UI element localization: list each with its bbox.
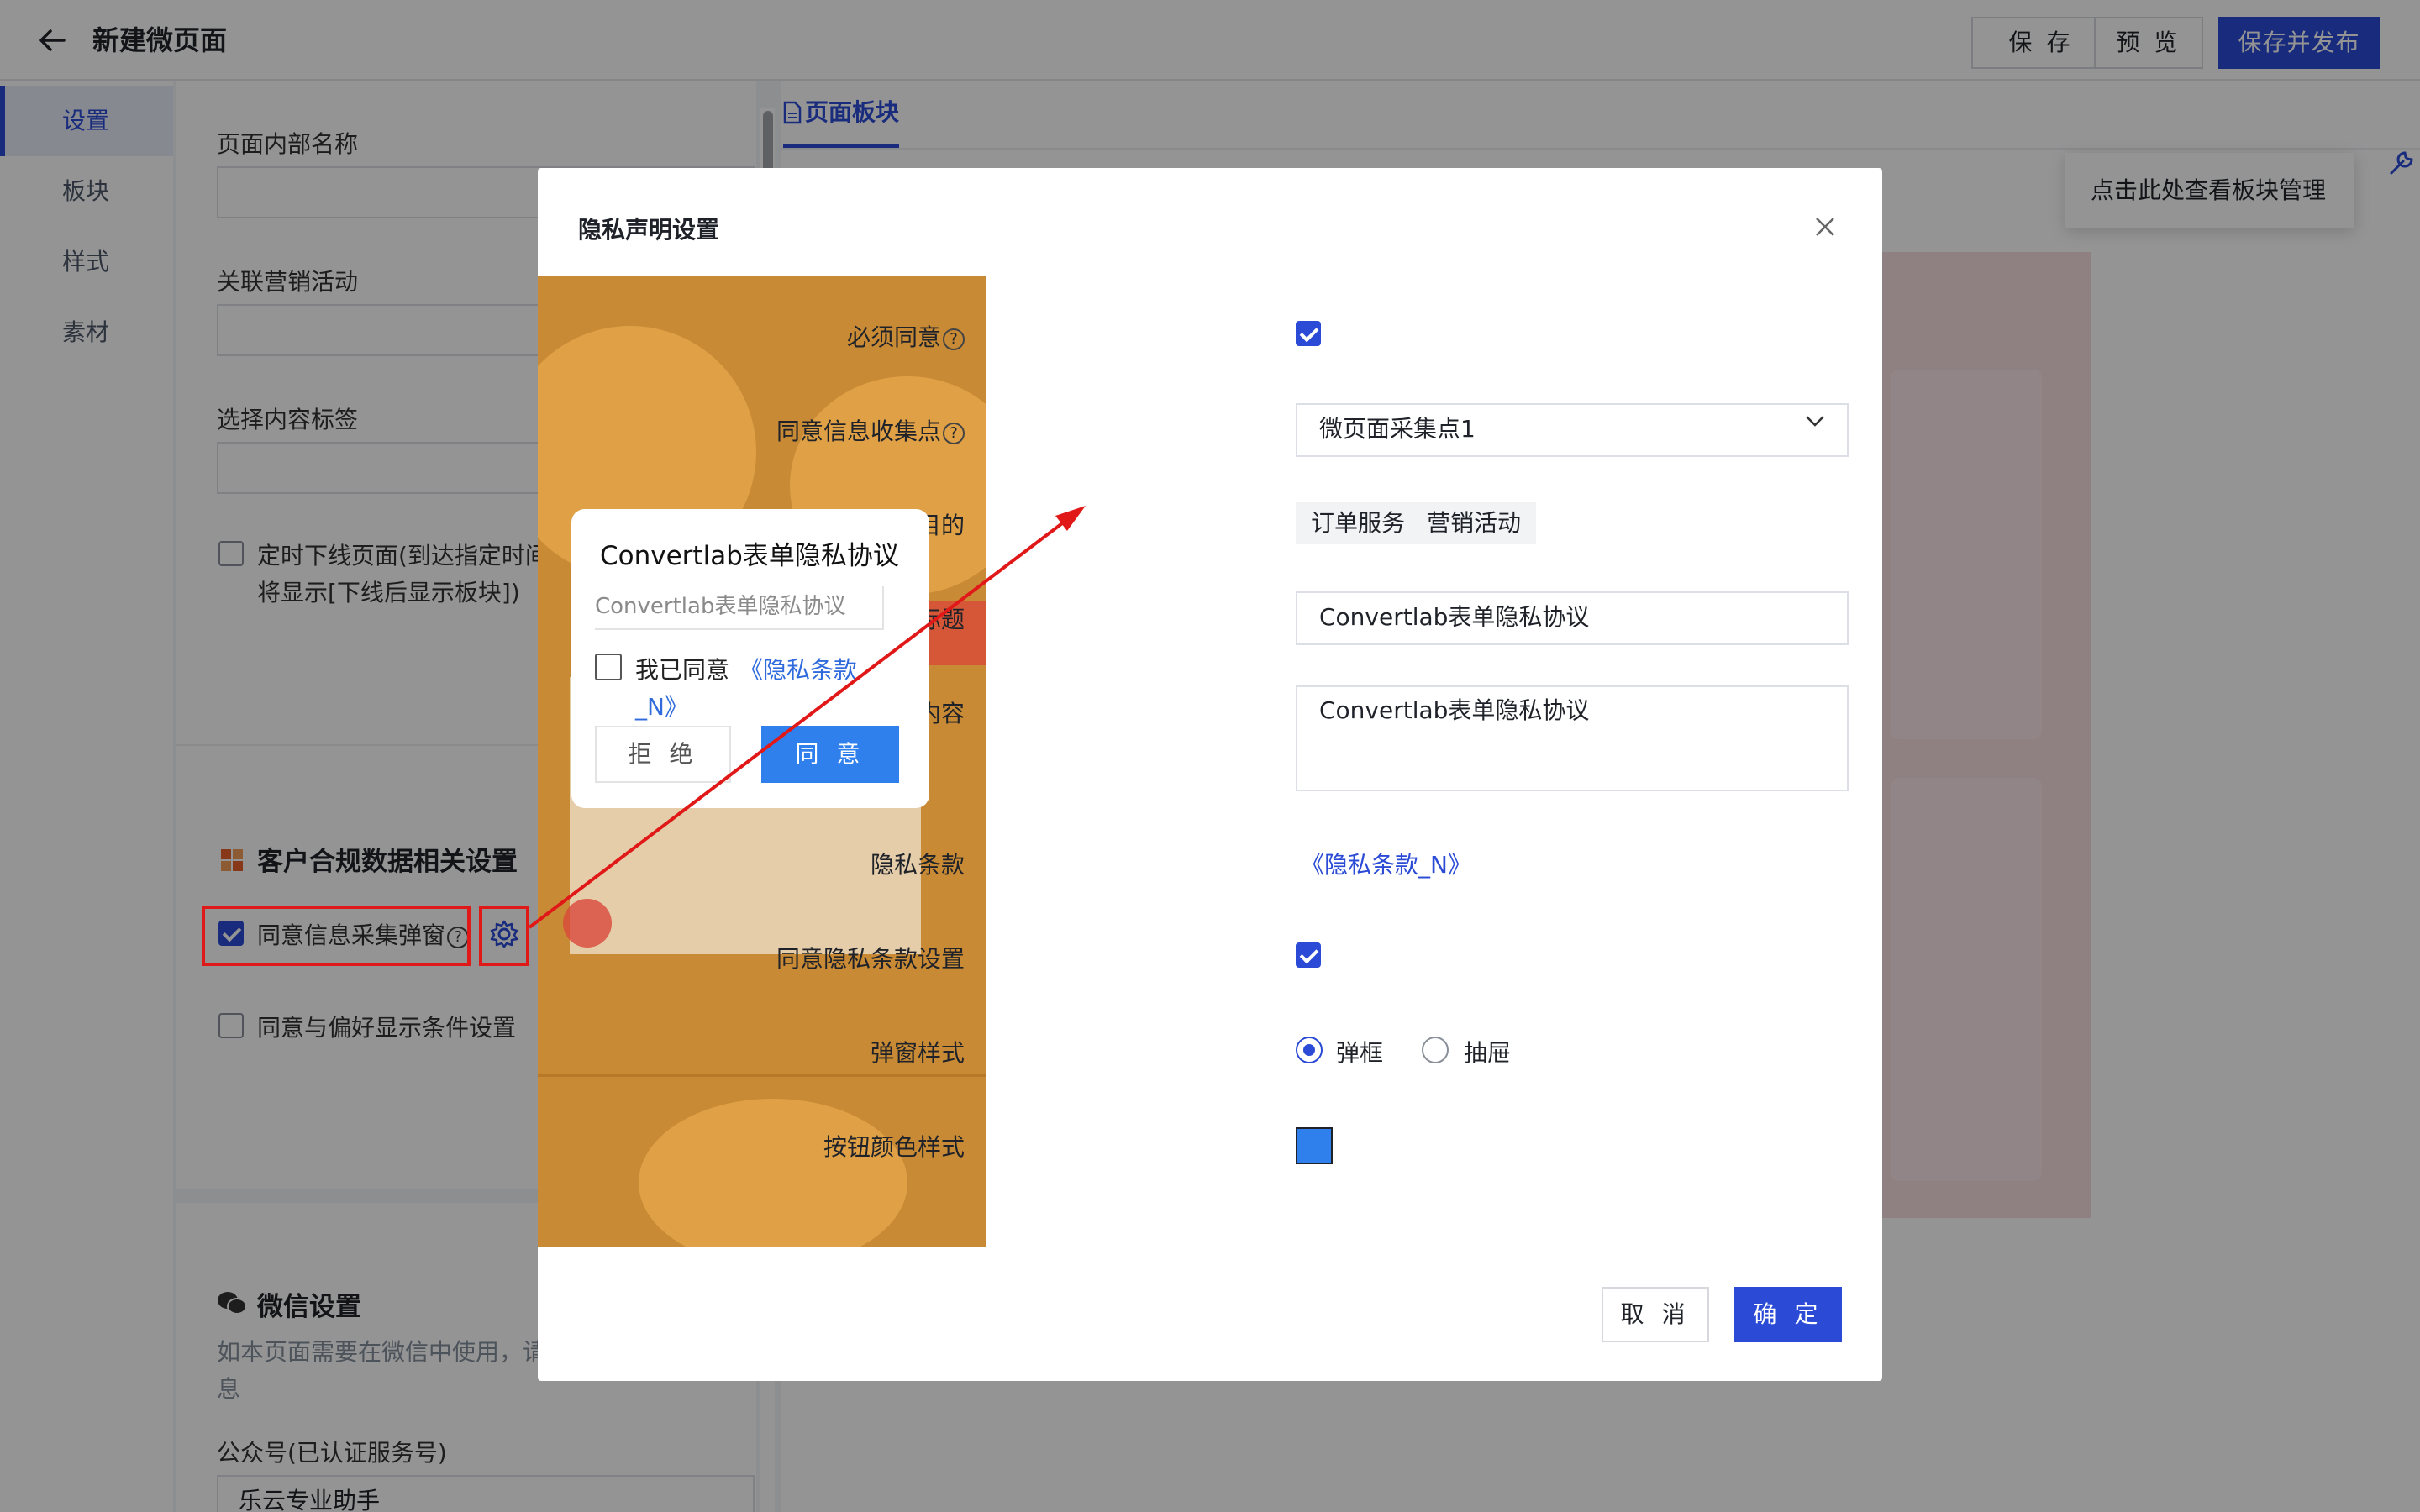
purpose-tag: 营销活动 (1412, 502, 1537, 544)
consent-preview-dialog: Convertlab表单隐私协议 Convertlab表单隐私协议 我已同意 《… (571, 509, 929, 808)
preview-decoration (639, 1099, 908, 1247)
must-agree-checkbox[interactable] (1296, 321, 1321, 346)
privacy-terms-link[interactable]: 《隐私条款_N》 (1301, 847, 1471, 880)
terms-setting-label: 同意隐私条款设置 (776, 945, 965, 973)
popup-style-option-label: 弹框 (1336, 1039, 1384, 1067)
must-agree-label: 必须同意? (847, 319, 965, 353)
privacy-terms-label: 隐私条款 (870, 851, 965, 879)
consent-dialog-content: Convertlab表单隐私协议 (595, 586, 884, 630)
terms-setting-checkbox[interactable] (1296, 942, 1321, 968)
accept-button[interactable]: 同 意 (761, 726, 899, 783)
popup-style-option-label: 抽屉 (1464, 1039, 1512, 1067)
purpose-tag: 订单服务 (1296, 502, 1421, 544)
help-icon: ? (943, 423, 965, 444)
help-icon: ? (943, 328, 965, 350)
button-color-swatch[interactable] (1296, 1127, 1333, 1164)
consent-dialog-title: Convertlab表单隐私协议 (600, 541, 899, 571)
collection-point-select[interactable]: 微页面采集点1 (1296, 403, 1849, 457)
preview-divider (538, 1074, 986, 1077)
reject-button[interactable]: 拒 绝 (595, 726, 731, 783)
consent-agree-text: 我已同意 (635, 656, 730, 684)
consent-terms-link[interactable]: 《隐私条款 (739, 652, 857, 685)
consent-terms-link-end[interactable]: _N》 (635, 689, 688, 722)
button-color-label: 按钮颜色样式 (823, 1133, 965, 1161)
popup-style-radio-dialog[interactable] (1296, 1037, 1323, 1063)
highlight-box-gear (479, 906, 529, 966)
close-icon[interactable] (1813, 215, 1837, 239)
confirm-button[interactable]: 确 定 (1734, 1287, 1842, 1342)
consent-agree-checkbox[interactable] (595, 654, 622, 680)
privacy-title-input[interactable]: Convertlab表单隐私协议 (1296, 591, 1849, 645)
collection-point-label: 同意信息收集点? (776, 413, 965, 447)
chevron-down-icon (1806, 416, 1824, 427)
cancel-button[interactable]: 取 消 (1602, 1287, 1709, 1342)
modal-title: 隐私声明设置 (578, 216, 720, 244)
preview-dot (563, 899, 612, 948)
highlight-box-consent-popup (202, 906, 471, 966)
popup-style-label: 弹窗样式 (870, 1039, 965, 1067)
popup-style-radio-drawer[interactable] (1422, 1037, 1449, 1063)
privacy-content-textarea[interactable]: Convertlab表单隐私协议 (1296, 685, 1849, 791)
